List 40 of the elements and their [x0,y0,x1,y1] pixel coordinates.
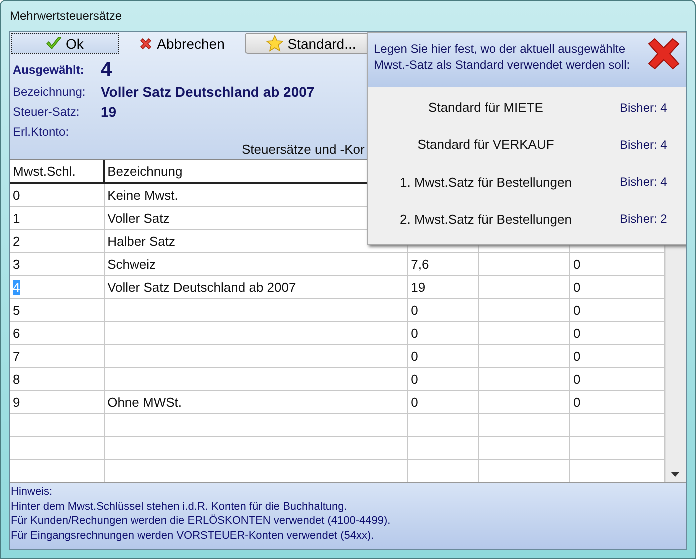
hint-text: Für Eingangsrechnungen werden VORSTEUER-Konten verwendet (54xx). [11,528,376,543]
field-label: Bezeichnung: [13,84,87,101]
table-cell: 0 [408,322,479,344]
table-cell: 1 [10,207,105,229]
field-label: Erl.Ktonto: [13,124,70,141]
table-cell: 4 [10,276,105,298]
window-title: Mehrwertsteuersätze [9,8,124,25]
field-value: Voller Satz Deutschland ab 2007 [101,84,315,100]
table-cell: 0 [10,184,105,206]
hint-text: Hinter dem Mwst.Schlüssel stehen i.d.R. Konten für die Buchhaltung. [11,500,348,514]
table-cell: Schweiz [104,253,408,275]
table-caption: Steuersätze und -Kor [242,142,365,157]
table-cell: 5 [10,299,105,321]
previous-value: Bisher: 4 [620,100,668,115]
table-cell: Ohne MWSt. [104,391,408,413]
hint-text: Hinweis: [11,485,54,500]
table-cell: 9 [10,391,105,413]
table-cell: 19 [408,276,479,298]
table-cell: 0 [408,345,479,367]
column-header: Mwst.Schl. [13,164,76,179]
table-cell: 0 [408,368,479,390]
table-cell: Voller Satz Deutschland ab 2007 [104,276,408,298]
field-value: 4 [101,59,112,81]
previous-value: Bisher: 2 [620,212,668,226]
popup-message: Legen Sie hier fest, wo der aktuell ausgewählte Mwst.-Satz als Standard verwendet werden soll: [374,41,632,73]
column-header: Bezeichnung [108,164,183,179]
field-label: Steuer-Satz: [13,104,81,121]
table-cell: 8 [10,368,105,390]
table-cell: 3 [10,253,105,275]
table-cell: 7,6 [408,253,479,275]
previous-value: Bisher: 4 [620,138,668,152]
table-cell: 7 [10,345,105,367]
table-cell: 2 [10,230,105,252]
previous-value: Bisher: 4 [620,175,668,190]
table-cell: 0 [408,299,479,321]
hint-text: Für Kunden/Rechungen werden die ERLÖSKONTEN verwendet (4100-4499). [11,514,392,528]
field-value: 19 [101,104,117,120]
table-cell: 6 [10,322,105,344]
table-cell: 0 [408,391,479,413]
field-label: Ausgewählt: [13,62,86,79]
